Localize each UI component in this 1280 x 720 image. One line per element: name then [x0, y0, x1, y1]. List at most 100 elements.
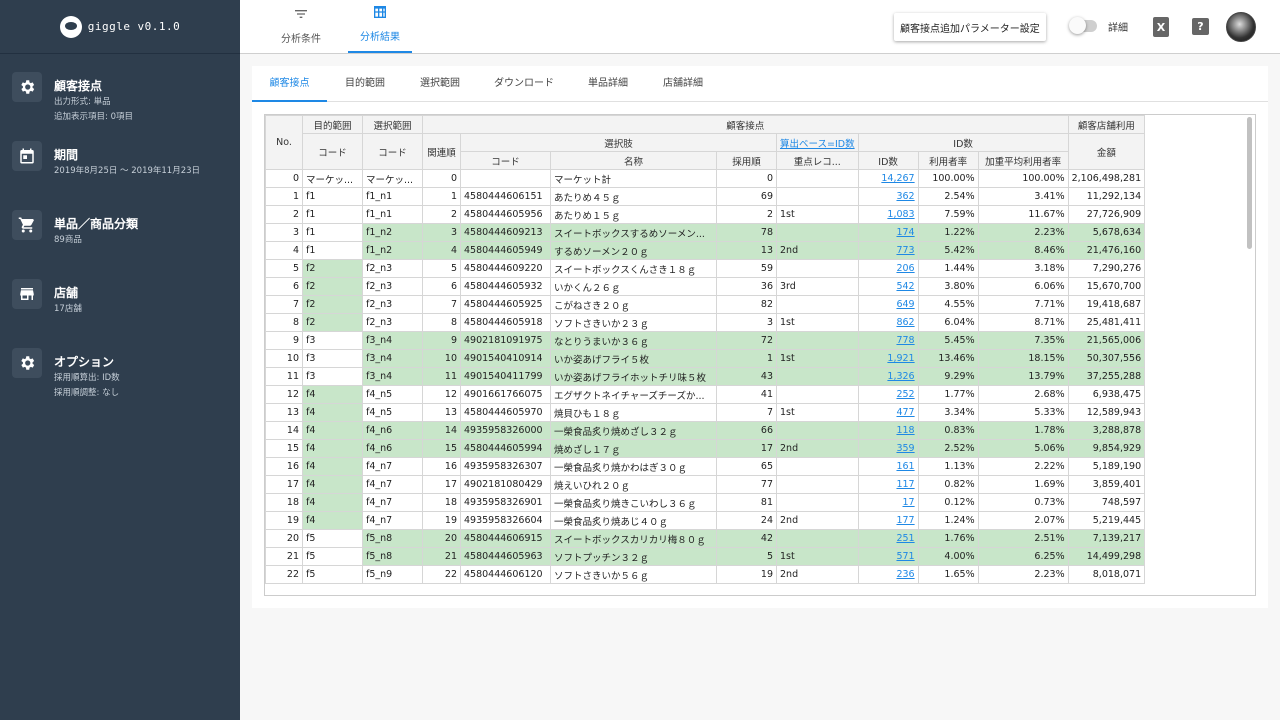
id-count-link[interactable]: 359	[896, 443, 914, 454]
cell-id-count[interactable]: 362	[857, 187, 919, 206]
app-brand[interactable]: giggle v0.1.0	[0, 0, 240, 54]
cell-id-count[interactable]: 571	[857, 547, 919, 566]
id-count-link[interactable]: 571	[896, 551, 914, 562]
tab-analysis-results[interactable]: 分析結果	[348, 0, 412, 53]
cell-usage-rate: 0.12%	[917, 493, 979, 512]
cell-id-count[interactable]: 778	[857, 331, 919, 350]
cell-selection-code: f1_n1	[362, 205, 423, 224]
cell-id-count[interactable]: 14,267	[857, 169, 919, 188]
table-row[interactable]: 1 f1 f1_n1 1 4580444606151 あたりめ４５ｇ 69 362 2.54% 3…	[265, 187, 1146, 206]
cell-id-count[interactable]: 542	[857, 277, 919, 296]
results-table-container[interactable]: No. 目的範囲 選択範囲 顧客接点 顧客店舗利用 コード コード 関連順 選択…	[264, 114, 1256, 596]
table-row[interactable]: 10 f3 f3_n4 10 4901540410914 いか姿あげフライ５枚 1 1st 1,…	[265, 349, 1146, 368]
table-row[interactable]: 8 f2 f2_n3 8 4580444605918 ソフトさきいか２３ｇ 3 1st 862 6…	[265, 313, 1146, 332]
id-count-link[interactable]: 252	[896, 389, 914, 400]
id-count-link[interactable]: 649	[896, 299, 914, 310]
tab-download[interactable]: ダウンロード	[484, 66, 564, 102]
table-row[interactable]: 16 f4 f4_n7 16 4935958326307 一榮食品炙り焼かわはぎ３０ｇ 65…	[265, 457, 1146, 476]
tab-analysis-conditions[interactable]: 分析条件	[278, 0, 324, 53]
table-row[interactable]: 14 f4 f4_n6 14 4935958326000 一榮食品炙り焼めざし３２ｇ 66 1…	[265, 421, 1146, 440]
table-row[interactable]: 2 f1 f1_n1 2 4580444605956 あたりめ１５ｇ 2 1st 1,083 7.…	[265, 205, 1146, 224]
cell-id-count[interactable]: 17	[857, 493, 919, 512]
id-count-link[interactable]: 477	[896, 407, 914, 418]
help-icon[interactable]: ?	[1192, 18, 1209, 35]
sidebar-item-period[interactable]: 期間 2019年8月25日 〜 2019年11月23日	[0, 141, 240, 210]
id-count-link[interactable]: 117	[896, 479, 914, 490]
cell-id-count[interactable]: 649	[857, 295, 919, 314]
id-count-link[interactable]: 862	[896, 317, 914, 328]
cell-weighted-rate: 6.06%	[977, 277, 1069, 296]
cell-id-count[interactable]: 177	[857, 511, 919, 530]
sidebar-item-stores[interactable]: 店舗 17店舗	[0, 279, 240, 348]
table-row[interactable]: 9 f3 f3_n4 9 4902181091975 なとりうまいか３６ｇ 72 778 5.4…	[265, 331, 1146, 350]
id-count-link[interactable]: 161	[896, 461, 914, 472]
tab-customer-contact[interactable]: 顧客接点	[252, 66, 327, 102]
table-row[interactable]: 7 f2 f2_n3 7 4580444605925 こがねさき２０ｇ 82 649 4.55%…	[265, 295, 1146, 314]
id-count-link[interactable]: 17	[903, 497, 915, 508]
cell-id-count[interactable]: 477	[857, 403, 919, 422]
contact-param-settings-button[interactable]: 顧客接点追加パラメーター設定	[894, 13, 1046, 41]
avatar[interactable]	[1226, 12, 1256, 42]
table-row[interactable]: 21 f5 f5_n8 21 4580444605963 ソフトプッチン３２ｇ 5 1st 57…	[265, 547, 1146, 566]
table-row[interactable]: 3 f1 f1_n2 3 4580444609213 スイートボックスするめソーメン...…	[265, 223, 1146, 242]
table-row[interactable]: 13 f4 f4_n5 13 4580444605970 焼貝ひも１８ｇ 7 1st 477 3.…	[265, 403, 1146, 422]
table-row[interactable]: 22 f5 f5_n9 22 4580444606120 ソフトさきいか５６ｇ 19 2nd 2…	[265, 565, 1146, 584]
table-row[interactable]: 20 f5 f5_n8 20 4580444606915 スイートボックスカリカリ梅８０ｇ…	[265, 529, 1146, 548]
table-row[interactable]: 18 f4 f4_n7 18 4935958326901 一榮食品炙り焼きこいわし３６ｇ 8…	[265, 493, 1146, 512]
calc-basis-link[interactable]: 算出ベース=ID数	[780, 139, 855, 150]
cell-id-count[interactable]: 773	[857, 241, 919, 260]
table-row[interactable]: 4 f1 f1_n2 4 4580444605949 するめソーメン２０ｇ 13 2nd 773…	[265, 241, 1146, 260]
id-count-link[interactable]: 362	[896, 191, 914, 202]
cell-id-count[interactable]: 236	[857, 565, 919, 584]
cell-usage-rate: 1.22%	[917, 223, 979, 242]
table-row[interactable]: 12 f4 f4_n5 12 4901661766075 エグザクトネイチャーズチーズか.…	[265, 385, 1146, 404]
cell-usage-rate: 9.29%	[917, 367, 979, 386]
cell-weighted-rate: 1.78%	[977, 421, 1069, 440]
cell-id-count[interactable]: 206	[857, 259, 919, 278]
id-count-link[interactable]: 1,326	[887, 371, 914, 382]
cell-id-count[interactable]: 252	[857, 385, 919, 404]
cell-id-count[interactable]: 174	[857, 223, 919, 242]
id-count-link[interactable]: 1,083	[887, 209, 914, 220]
id-count-link[interactable]: 206	[896, 263, 914, 274]
cell-id-count[interactable]: 251	[857, 529, 919, 548]
cell-id-count[interactable]: 1,083	[857, 205, 919, 224]
cell-id-count[interactable]: 1,326	[857, 367, 919, 386]
table-row[interactable]: 0 マーケッ... マーケッ... 0 マーケット計 0 14,267 100.00% 100.…	[265, 169, 1146, 188]
tab-purpose-range[interactable]: 目的範囲	[332, 66, 398, 102]
cell-id-count[interactable]: 359	[857, 439, 919, 458]
id-count-link[interactable]: 177	[896, 515, 914, 526]
id-count-link[interactable]: 118	[896, 425, 914, 436]
id-count-link[interactable]: 251	[896, 533, 914, 544]
id-count-link[interactable]: 236	[896, 569, 914, 580]
vertical-scrollbar[interactable]	[1247, 117, 1252, 249]
id-count-link[interactable]: 1,921	[887, 353, 914, 364]
cell-id-count[interactable]: 118	[857, 421, 919, 440]
tab-store-detail[interactable]: 店舗詳細	[650, 66, 716, 102]
table-row[interactable]: 19 f4 f4_n7 19 4935958326604 一榮食品炙り焼あじ４０ｇ 24 2n…	[265, 511, 1146, 530]
table-row[interactable]: 17 f4 f4_n7 17 4902181080429 焼えいひれ２０ｇ 77 117 0.8…	[265, 475, 1146, 494]
cell-id-count[interactable]: 161	[857, 457, 919, 476]
sidebar-item-options[interactable]: オプション 採用順算出: ID数 採用順調整: なし	[0, 348, 240, 417]
id-count-link[interactable]: 14,267	[881, 173, 914, 184]
table-row[interactable]: 6 f2 f2_n3 6 4580444605932 いかくん２６ｇ 36 3rd 542 3.8…	[265, 277, 1146, 296]
sidebar-item-contact[interactable]: 顧客接点 出力形式: 単品 追加表示項目: 0項目	[0, 72, 240, 141]
tab-selection-range[interactable]: 選択範囲	[407, 66, 473, 102]
excel-export-icon[interactable]: X	[1153, 17, 1169, 37]
table-row[interactable]: 5 f2 f2_n3 5 4580444609220 スイートボックスくんさき１８ｇ 59 2…	[265, 259, 1146, 278]
cell-id-count[interactable]: 862	[857, 313, 919, 332]
id-count-link[interactable]: 778	[896, 335, 914, 346]
id-count-link[interactable]: 773	[896, 245, 914, 256]
table-row[interactable]: 11 f3 f3_n4 11 4901540411799 いか姿あげフライホットチリ味５枚…	[265, 367, 1146, 386]
detail-toggle[interactable]	[1069, 17, 1097, 34]
table-row[interactable]: 15 f4 f4_n6 15 4580444605994 焼めざし１７ｇ 17 2nd 359 2…	[265, 439, 1146, 458]
id-count-link[interactable]: 174	[896, 227, 914, 238]
tab-label: 分析結果	[360, 32, 400, 43]
cell-id-count[interactable]: 1,921	[857, 349, 919, 368]
tab-item-detail[interactable]: 単品詳細	[575, 66, 641, 102]
cell-no: 18	[265, 493, 303, 512]
id-count-link[interactable]: 542	[896, 281, 914, 292]
cell-purpose-code: f1	[302, 241, 363, 260]
cell-id-count[interactable]: 117	[857, 475, 919, 494]
sidebar-item-products[interactable]: 単品／商品分類 89商品	[0, 210, 240, 279]
